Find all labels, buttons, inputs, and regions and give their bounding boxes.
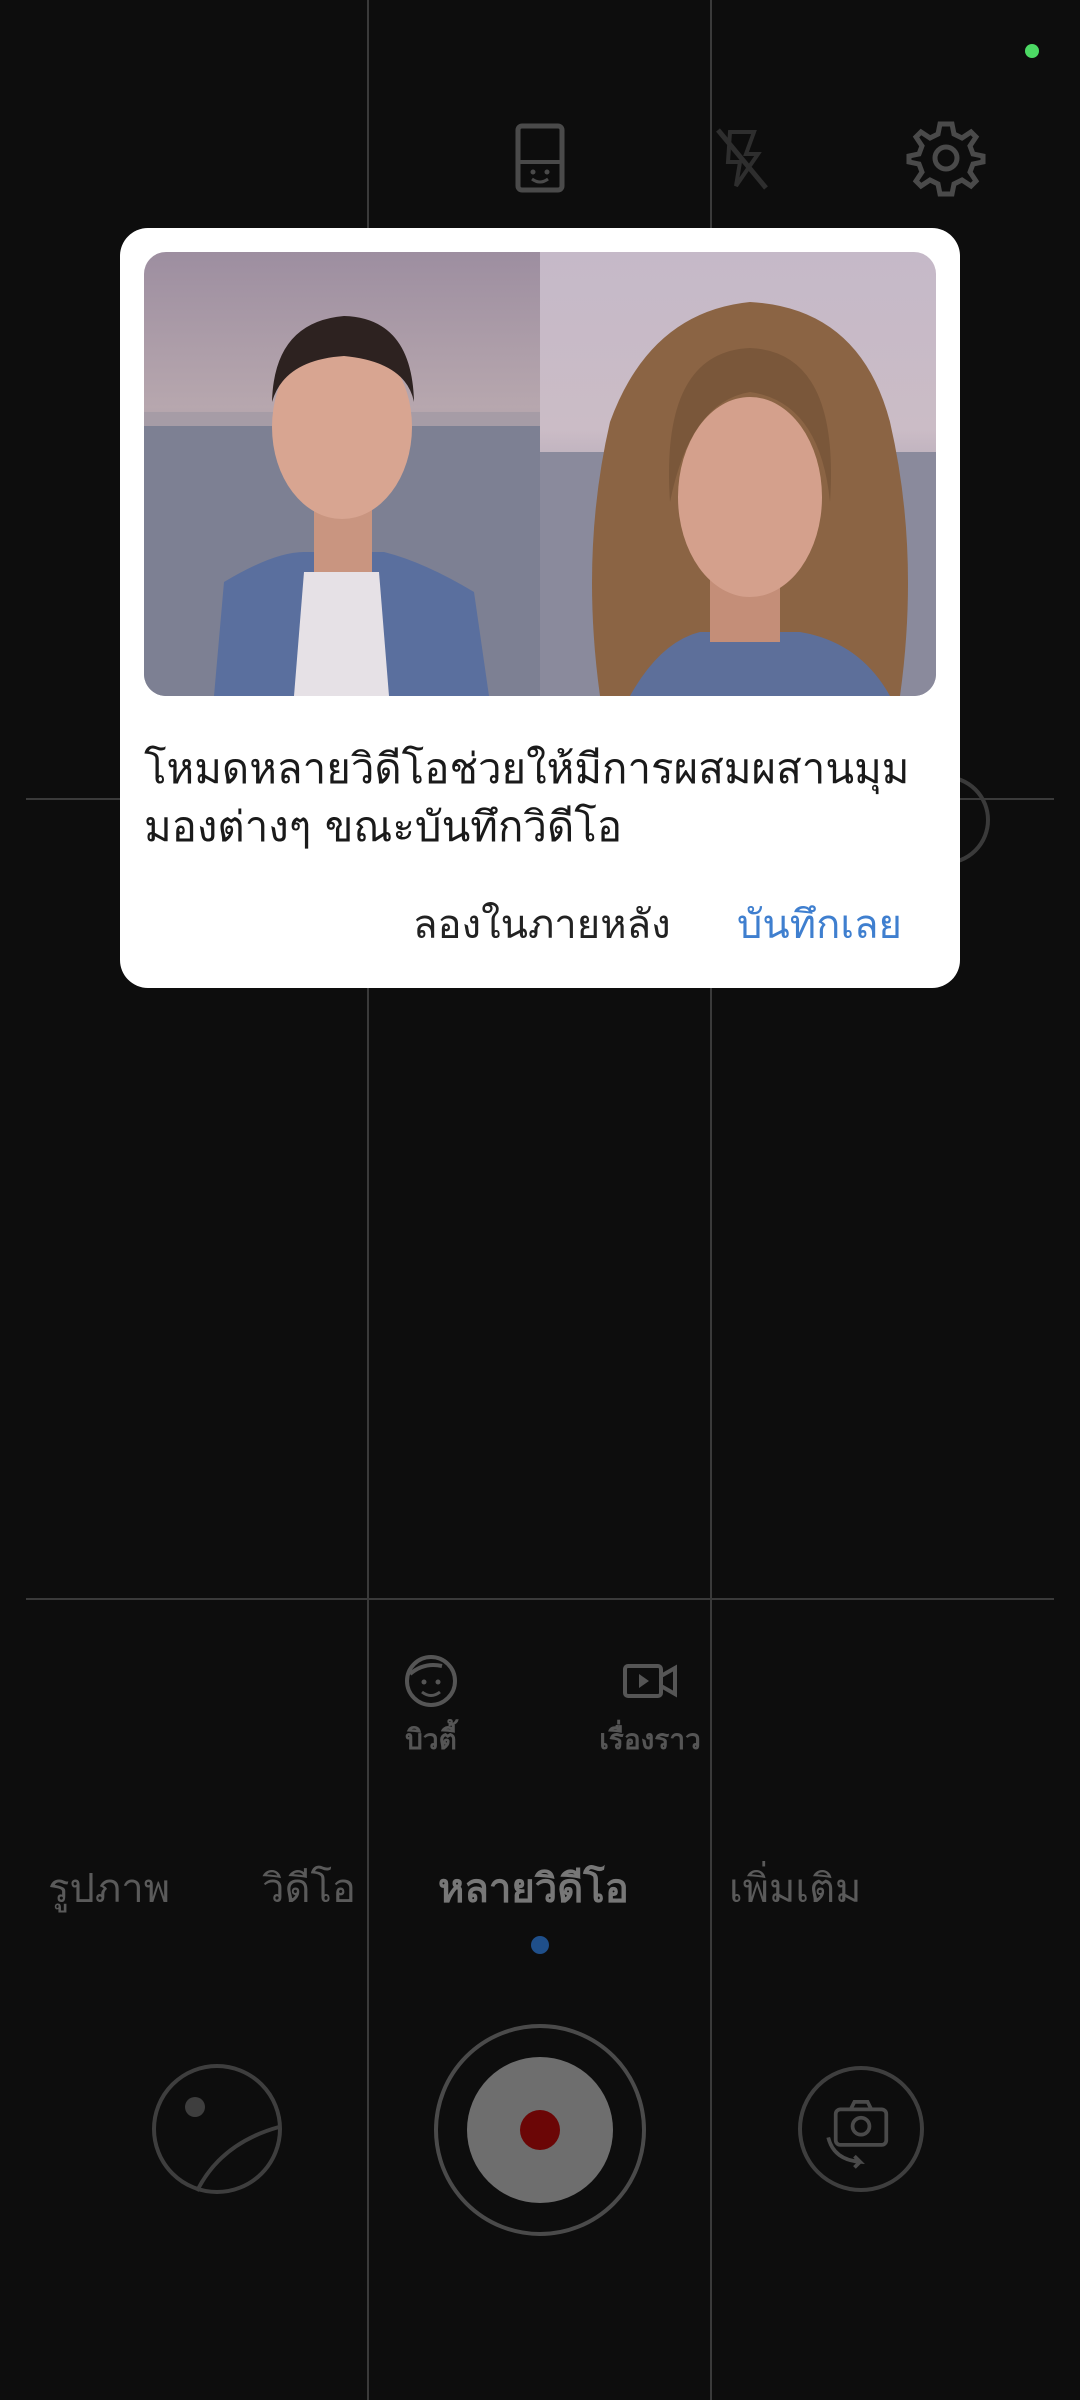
record-dot-icon — [520, 2110, 560, 2150]
flash-off-icon[interactable] — [702, 118, 782, 198]
sub-mode-beauty[interactable]: บิวตี้ — [391, 1652, 471, 1762]
active-mode-indicator — [531, 1936, 549, 1954]
portrait-frame-icon[interactable] — [500, 118, 580, 198]
sub-mode-story[interactable]: เรื่องราว — [590, 1652, 710, 1762]
gallery-thumbnail-button[interactable] — [151, 2063, 283, 2195]
grid-line-horizontal-2 — [26, 1598, 1054, 1600]
dialog-preview-image — [144, 252, 936, 696]
privacy-indicator-dot — [1025, 44, 1039, 58]
switch-camera-button[interactable] — [798, 2066, 924, 2192]
preview-portrait-man — [144, 252, 540, 696]
mode-tab-video[interactable]: วิดีโอ — [262, 1856, 356, 1920]
sub-mode-story-label: เรื่องราว — [599, 1723, 701, 1756]
record-now-button[interactable]: บันทึกเลย — [737, 900, 902, 950]
preview-portrait-woman — [540, 252, 936, 696]
beauty-face-icon — [402, 1652, 460, 1710]
try-later-button[interactable]: ลองในภายหลัง — [413, 900, 671, 950]
settings-gear-icon[interactable] — [906, 118, 986, 198]
video-story-icon — [621, 1652, 679, 1710]
sub-mode-beauty-label: บิวตี้ — [405, 1723, 457, 1756]
multi-video-intro-dialog: โหมดหลายวิดีโอช่วยให้มีการผสมผสานมุมมองต… — [120, 228, 960, 988]
mode-tab-photo[interactable]: รูปภาพ — [48, 1856, 170, 1920]
mode-tab-multi-video[interactable]: หลายวิดีโอ — [438, 1856, 629, 1920]
mode-tab-more[interactable]: เพิ่มเติม — [729, 1856, 861, 1920]
dialog-message: โหมดหลายวิดีโอช่วยให้มีการผสมผสานมุมมองต… — [144, 744, 910, 851]
